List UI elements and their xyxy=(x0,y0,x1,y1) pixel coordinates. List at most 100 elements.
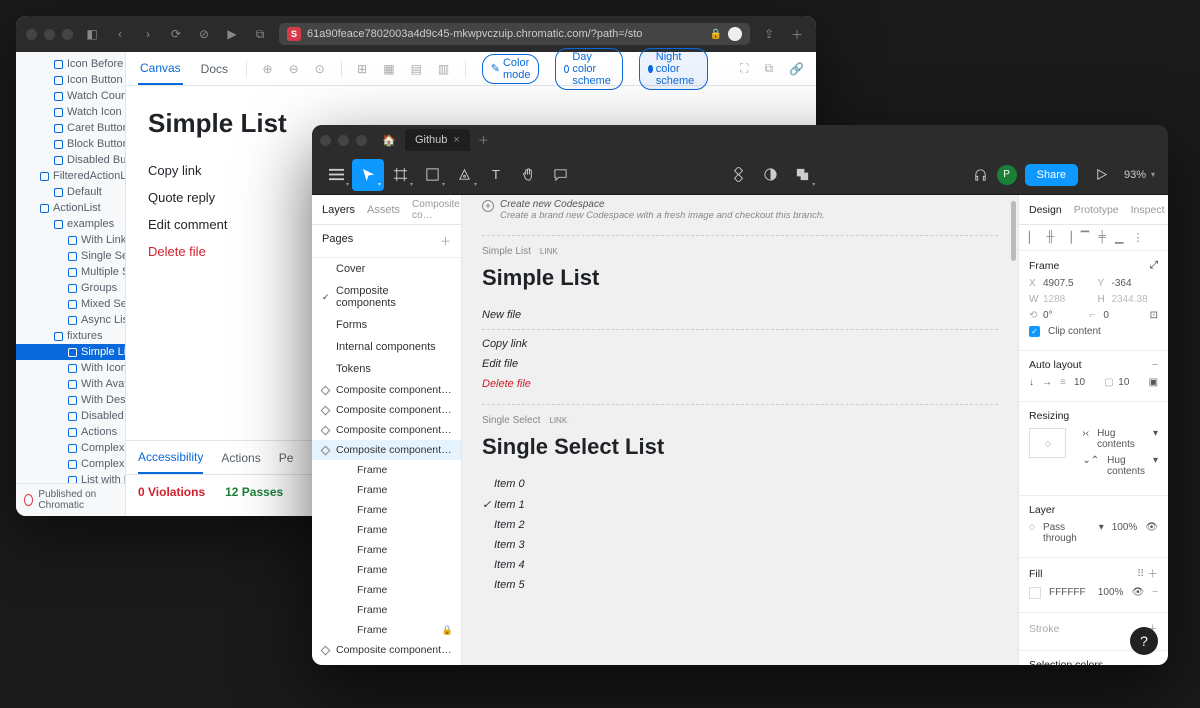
layer-item[interactable]: Composite components/SelectPa… xyxy=(312,380,461,400)
list-item[interactable]: ✓Item 1 xyxy=(482,494,998,515)
vresize-value[interactable]: Hug contents xyxy=(1107,455,1145,477)
close-icon[interactable]: × xyxy=(453,134,459,146)
sidebar-item[interactable]: Multiple Selection xyxy=(16,264,125,280)
add-page-icon[interactable]: ＋ xyxy=(440,233,451,249)
boolean-icon[interactable]: ▾ xyxy=(786,159,818,191)
chromatic-footer[interactable]: Published on Chromatic xyxy=(16,483,125,516)
sidebar-item[interactable]: FilteredActionList xyxy=(16,168,125,184)
tabs-icon[interactable]: ⧉ xyxy=(251,27,269,42)
sidebar-item[interactable]: Watch Icon Button xyxy=(16,104,125,120)
remove-autolayout-icon[interactable]: − xyxy=(1152,359,1158,371)
list-item[interactable]: Edit file xyxy=(482,354,998,374)
align-controls[interactable]: ▏╫▕ ▔╪▁ ⋮ xyxy=(1019,225,1168,251)
layer-item[interactable]: Frame xyxy=(312,480,461,500)
frame-label-single[interactable]: Single SelectLINK xyxy=(482,415,998,426)
traffic-lights[interactable] xyxy=(26,29,73,40)
passes-count[interactable]: 12 Passes xyxy=(225,485,283,499)
list-item[interactable]: Item 2 xyxy=(482,515,998,535)
page-item[interactable]: Tokens xyxy=(312,358,461,380)
address-bar[interactable]: S 61a90feace7802003a4d9c45-mkwpvczuip.ch… xyxy=(279,23,750,45)
home-icon[interactable]: 🏠 xyxy=(377,134,401,147)
stop-icon[interactable]: ⊘ xyxy=(195,27,213,41)
outline-icon[interactable]: ▤ xyxy=(411,62,422,76)
docs-tab[interactable]: Docs xyxy=(199,52,230,85)
fit-icon[interactable]: ⤢ xyxy=(1150,259,1158,272)
viewport-icon[interactable]: ▥ xyxy=(438,62,449,76)
page-item[interactable]: ✓Composite components xyxy=(312,280,461,314)
zoom-level[interactable]: 93% xyxy=(1124,169,1146,181)
layer-item[interactable]: Frame🔒 xyxy=(312,620,461,640)
shape-tool-icon[interactable]: ▾ xyxy=(416,159,448,191)
padding-value[interactable]: 10 xyxy=(1118,377,1129,388)
grid-icon[interactable]: ⊞ xyxy=(357,62,367,76)
list-item[interactable]: Item 4 xyxy=(482,555,998,575)
sidebar-item[interactable]: Simple List xyxy=(16,344,125,360)
hand-tool-icon[interactable] xyxy=(512,159,544,191)
sidebar-item[interactable]: Disabled Items xyxy=(16,408,125,424)
style-icon[interactable]: ⠿ xyxy=(1137,568,1145,580)
page-dropdown[interactable]: Composite co… xyxy=(412,199,460,221)
layer-item[interactable]: Frame xyxy=(312,460,461,480)
sidebar-item[interactable]: ActionList xyxy=(16,200,125,216)
share-button[interactable]: Share xyxy=(1025,164,1078,186)
fullscreen-icon[interactable]: ⛶ xyxy=(740,61,748,76)
layer-item[interactable]: Frame xyxy=(312,520,461,540)
forward-icon[interactable]: › xyxy=(139,27,157,41)
figma-canvas[interactable]: + Create new Codespace Create a brand ne… xyxy=(462,195,1018,665)
sidebar-item[interactable]: Complex List — Inset Variant xyxy=(16,440,125,456)
sidebar-item[interactable]: Groups xyxy=(16,280,125,296)
a11y-tab[interactable]: Accessibility xyxy=(138,441,203,474)
layer-item[interactable]: Frame xyxy=(312,560,461,580)
direction-right-icon[interactable]: → xyxy=(1042,377,1052,388)
mask-icon[interactable] xyxy=(754,159,786,191)
reload-icon[interactable]: ⟳ xyxy=(167,27,185,41)
blend-mode[interactable]: Pass through xyxy=(1043,522,1091,544)
actions-tab[interactable]: Actions xyxy=(221,441,260,474)
sidebar-item[interactable]: Icon Before Button xyxy=(16,56,125,72)
play-icon[interactable]: ▶ xyxy=(223,27,241,41)
violations-count[interactable]: 0 Violations xyxy=(138,485,205,499)
day-scheme-button[interactable]: Day color scheme xyxy=(555,48,623,90)
sidebar-item[interactable]: Complex List — Full Variant xyxy=(16,456,125,472)
share-icon[interactable]: ⇪ xyxy=(760,27,778,41)
move-tool-icon[interactable]: ▾ xyxy=(352,159,384,191)
independent-corners-icon[interactable]: ⊡ xyxy=(1150,310,1158,321)
pages-header[interactable]: Pages＋ xyxy=(312,225,461,258)
list-item[interactable]: Item 3 xyxy=(482,535,998,555)
canvas-tab[interactable]: Canvas xyxy=(138,52,183,85)
headphones-icon[interactable] xyxy=(965,159,997,191)
perf-tab[interactable]: Pe xyxy=(279,441,294,474)
w-value[interactable]: 1288 xyxy=(1043,294,1065,305)
sidebar-item[interactable]: Icon Button xyxy=(16,72,125,88)
text-tool-icon[interactable]: T xyxy=(480,159,512,191)
sidebar-item[interactable]: Default xyxy=(16,184,125,200)
inspect-tab[interactable]: Inspect xyxy=(1131,204,1165,216)
list-item[interactable]: New file xyxy=(482,305,998,325)
file-tab[interactable]: Github× xyxy=(405,129,470,151)
sidebar-item[interactable]: Watch Counter Button xyxy=(16,88,125,104)
sidebar-item[interactable]: examples xyxy=(16,216,125,232)
direction-down-icon[interactable]: ↓ xyxy=(1029,377,1034,388)
hresize-value[interactable]: Hug contents xyxy=(1097,428,1145,450)
page-item[interactable]: Cover xyxy=(312,258,461,280)
zoom-reset-icon[interactable]: ⊙ xyxy=(315,62,325,76)
gap-value[interactable]: 10 xyxy=(1074,377,1085,388)
layer-item[interactable]: Frame xyxy=(312,540,461,560)
resize-diagram[interactable]: ◇ xyxy=(1029,428,1066,458)
frame-tool-icon[interactable]: ▾ xyxy=(384,159,416,191)
x-value[interactable]: 4907.5 xyxy=(1043,278,1074,289)
sidebar-item[interactable]: Disabled Button xyxy=(16,152,125,168)
present-icon[interactable] xyxy=(1086,159,1118,191)
page-item[interactable]: Internal components xyxy=(312,336,461,358)
layer-item[interactable]: Composite components/Dropdow… xyxy=(312,400,461,420)
link-icon[interactable]: 🔗 xyxy=(789,62,804,76)
list-item[interactable]: Copy link xyxy=(482,334,998,354)
y-value[interactable]: -364 xyxy=(1112,278,1132,289)
scrollbar[interactable] xyxy=(1011,201,1016,261)
list-item[interactable]: Item 0 xyxy=(482,474,998,494)
rotation-value[interactable]: 0° xyxy=(1043,310,1053,321)
layer-item[interactable]: Composite components/ActionM… xyxy=(312,640,461,660)
zoom-in-icon[interactable]: ⊕ xyxy=(263,62,273,76)
back-icon[interactable]: ‹ xyxy=(111,27,129,41)
layer-opacity[interactable]: 100% xyxy=(1112,522,1138,544)
